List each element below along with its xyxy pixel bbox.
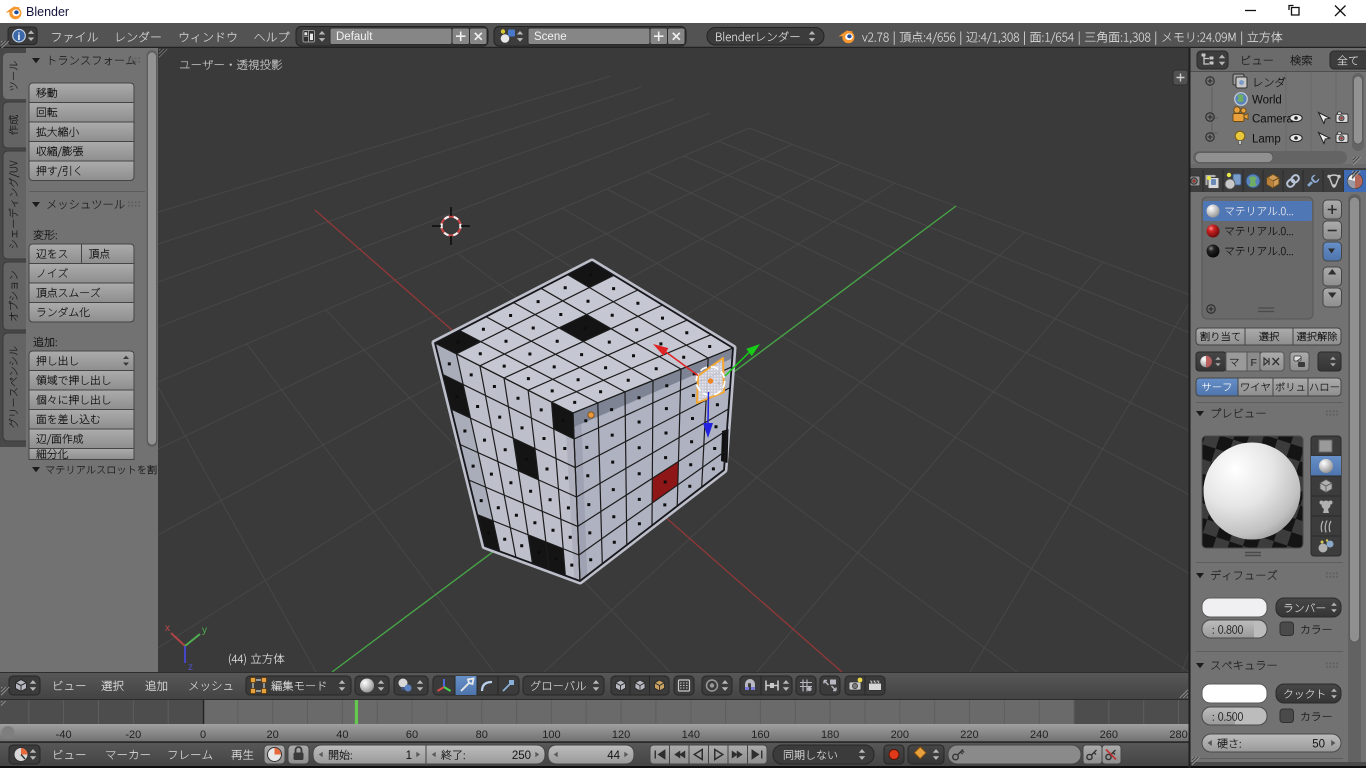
svg-text:i: i [18, 31, 21, 43]
svg-text:220: 220 [960, 729, 978, 741]
svg-text:250: 250 [512, 750, 531, 762]
svg-text:120: 120 [612, 729, 630, 741]
svg-text:280: 280 [1169, 729, 1187, 741]
svg-text:Lamp: Lamp [1252, 134, 1281, 146]
svg-text:60: 60 [406, 729, 418, 741]
svg-text:-40: -40 [56, 729, 72, 741]
svg-text:0: 0 [200, 729, 206, 741]
svg-text:y: y [202, 625, 207, 636]
svg-text:80: 80 [476, 729, 488, 741]
svg-text:40: 40 [336, 729, 348, 741]
svg-text:260: 260 [1100, 729, 1118, 741]
svg-text:z: z [188, 662, 193, 673]
svg-text:100: 100 [542, 729, 560, 741]
svg-text:F: F [1251, 357, 1257, 369]
svg-text:140: 140 [682, 729, 700, 741]
svg-text:Blender: Blender [26, 5, 69, 19]
svg-text:240: 240 [1030, 729, 1048, 741]
svg-text:Default: Default [336, 31, 373, 43]
svg-text:44: 44 [607, 750, 620, 762]
svg-text:Scene: Scene [534, 31, 567, 43]
svg-text:World: World [1252, 95, 1282, 107]
svg-text:Camera: Camera [1252, 114, 1294, 126]
svg-text:-20: -20 [125, 729, 141, 741]
svg-text:180: 180 [821, 729, 839, 741]
svg-text:200: 200 [891, 729, 909, 741]
svg-text:160: 160 [751, 729, 769, 741]
svg-text:x: x [165, 623, 170, 634]
svg-text:1: 1 [406, 750, 412, 762]
svg-text:50: 50 [1312, 739, 1325, 751]
svg-text:20: 20 [267, 729, 279, 741]
